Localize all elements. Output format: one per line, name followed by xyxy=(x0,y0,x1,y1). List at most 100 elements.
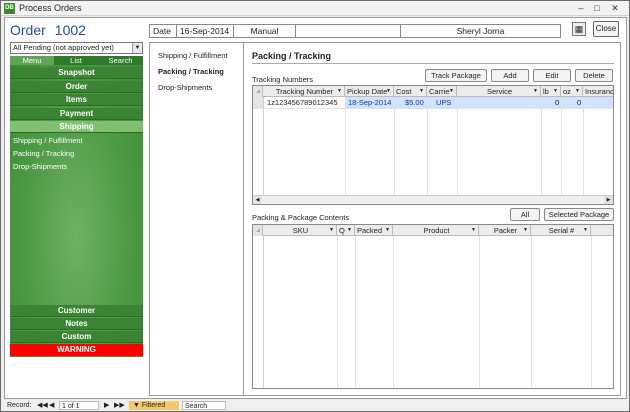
chevron-down-icon[interactable]: ▼ xyxy=(132,43,142,53)
nav-payment[interactable]: Payment xyxy=(10,108,143,120)
minimize-icon[interactable]: – xyxy=(574,2,588,14)
cost-cell[interactable]: $5.00 xyxy=(405,97,424,108)
sort-arrow-icon[interactable]: ▼ xyxy=(523,225,528,236)
col-sku[interactable]: SKU ▼ xyxy=(263,225,337,236)
sort-arrow-icon[interactable]: ▼ xyxy=(471,225,476,236)
col-product-label: Product xyxy=(423,226,450,235)
tab-menu[interactable]: Menu xyxy=(10,56,54,65)
col-insurance-label: Insuranc xyxy=(585,87,614,96)
sort-arrow-icon[interactable]: ▼ xyxy=(329,225,334,236)
col-oz[interactable]: oz ▼ xyxy=(561,86,583,97)
subtab-drop-shipments[interactable]: Drop-Shipments xyxy=(158,83,212,92)
order-filter-select[interactable]: All Pending (not approved yet) ▼ xyxy=(10,42,143,54)
col-tracking-number[interactable]: Tracking Number ▼ xyxy=(263,86,345,97)
first-record-icon[interactable]: ◀◀ xyxy=(37,401,48,410)
carrier-cell[interactable]: UPS xyxy=(436,97,451,108)
tab-search[interactable]: Search xyxy=(98,56,143,65)
calculator-icon[interactable]: ▦ xyxy=(572,22,586,36)
window-title: Process Orders xyxy=(19,3,82,13)
tab-list[interactable]: List xyxy=(54,56,98,65)
pickup-date-cell[interactable]: 18-Sep-2014 xyxy=(348,97,391,108)
col-insurance[interactable]: Insuranc xyxy=(583,86,614,97)
selected-package-button[interactable]: Selected Package xyxy=(544,208,614,221)
close-icon[interactable]: ✕ xyxy=(608,2,622,14)
sort-arrow-icon[interactable]: ▼ xyxy=(583,225,588,236)
oz-cell[interactable]: 0 xyxy=(577,97,581,108)
customer-name[interactable]: Sheryl Jorna xyxy=(400,25,560,37)
next-record-icon[interactable]: ▶ xyxy=(104,401,109,410)
col-cost[interactable]: Cost ▼ xyxy=(394,86,427,97)
package-contents-label: Packing & Package Contents xyxy=(252,213,350,222)
sort-arrow-icon[interactable]: ▼ xyxy=(347,225,352,236)
lb-cell[interactable]: 0 xyxy=(555,97,559,108)
all-button[interactable]: All xyxy=(510,208,540,221)
col-cost-label: Cost xyxy=(396,87,412,96)
nav-snapshot[interactable]: Snapshot xyxy=(10,67,143,79)
sort-arrow-icon[interactable]: ▼ xyxy=(533,86,538,97)
subnav-shipping-fulfillment[interactable]: Shipping / Fulfillment xyxy=(13,136,83,145)
col-packer[interactable]: Packer ▼ xyxy=(479,225,531,236)
table-row[interactable]: 1z123456789012345 18-Sep-2014 $5.00 UPS … xyxy=(253,97,613,108)
grid-line xyxy=(541,97,542,195)
sort-arrow-icon[interactable]: ▼ xyxy=(575,86,580,97)
nav-custom[interactable]: Custom xyxy=(10,331,143,343)
add-button[interactable]: Add xyxy=(491,69,529,82)
record-position[interactable]: 1 of 1 xyxy=(59,401,99,410)
prev-record-icon[interactable]: ◀ xyxy=(49,401,54,410)
edit-button[interactable]: Edit xyxy=(533,69,571,82)
subnav-drop-shipments[interactable]: Drop-Shipments xyxy=(13,162,67,171)
close-button[interactable]: Close xyxy=(593,21,619,37)
subtab-packing-tracking[interactable]: Packing / Tracking xyxy=(158,67,224,76)
col-serial-label: Serial # xyxy=(548,226,575,235)
horizontal-scrollbar[interactable]: ◀ ▶ xyxy=(253,195,613,204)
col-lb-label: lb xyxy=(543,87,549,96)
sort-arrow-icon[interactable]: ▼ xyxy=(419,86,424,97)
delete-button[interactable]: Delete xyxy=(575,69,613,82)
grid-line xyxy=(263,236,264,388)
subtab-shipping-fulfillment[interactable]: Shipping / Fulfillment xyxy=(158,51,228,60)
nav-order[interactable]: Order xyxy=(10,81,143,93)
sort-arrow-icon[interactable]: ▼ xyxy=(337,86,342,97)
grid-line xyxy=(561,97,562,195)
nav-customer[interactable]: Customer xyxy=(10,305,143,317)
nav-notes[interactable]: Notes xyxy=(10,318,143,330)
col-packer-label: Packer xyxy=(493,226,518,235)
row-selector[interactable] xyxy=(253,97,263,108)
col-product[interactable]: Product ▼ xyxy=(393,225,479,236)
last-record-icon[interactable]: ▶▶ xyxy=(114,401,125,410)
select-all-cell[interactable] xyxy=(253,225,263,236)
restore-icon[interactable]: □ xyxy=(590,2,604,14)
col-q[interactable]: Q ▼ xyxy=(337,225,355,236)
col-service-label: Service xyxy=(486,87,512,96)
sort-arrow-icon[interactable]: ▼ xyxy=(385,225,390,236)
track-package-button[interactable]: Track Package xyxy=(425,69,487,82)
subnav-packing-tracking[interactable]: Packing / Tracking xyxy=(13,149,74,158)
warning-button[interactable]: WARNING xyxy=(10,344,143,356)
scroll-right-icon[interactable]: ▶ xyxy=(604,196,613,204)
sort-arrow-icon[interactable]: ▼ xyxy=(553,86,558,97)
search-box[interactable]: Search xyxy=(182,401,226,410)
col-carrier[interactable]: Carrie ▼ xyxy=(427,86,457,97)
select-all-cell[interactable] xyxy=(253,86,263,97)
nav-shipping[interactable]: Shipping xyxy=(10,121,143,133)
col-pickup-date[interactable]: Pickup Date ▼ xyxy=(345,86,394,97)
date-field[interactable]: 16-Sep-2014 xyxy=(177,25,234,37)
nav-items[interactable]: Items xyxy=(10,94,143,106)
filtered-toggle[interactable]: ▼ Filtered xyxy=(129,401,179,410)
grid-line xyxy=(531,236,532,388)
col-service[interactable]: Service ▼ xyxy=(457,86,541,97)
col-serial[interactable]: Serial # ▼ xyxy=(531,225,591,236)
order-number: 1002 xyxy=(54,22,86,38)
col-carrier-label: Carrie xyxy=(429,87,450,96)
tracking-number-cell[interactable]: 1z123456789012345 xyxy=(267,97,345,108)
order-info-bar: Date 16-Sep-2014 Manual Sheryl Jorna xyxy=(149,24,561,38)
scroll-left-icon[interactable]: ◀ xyxy=(253,196,262,204)
order-mode: Manual xyxy=(234,25,296,37)
packing-tracking-content: Packing / Tracking Tracking Numbers Trac… xyxy=(244,43,620,395)
col-lb[interactable]: lb ▼ xyxy=(541,86,561,97)
funnel-icon: ▼ xyxy=(133,402,140,409)
sort-arrow-icon[interactable]: ▼ xyxy=(386,86,391,97)
left-nav-panel: Menu List Search Snapshot Order Items Pa… xyxy=(10,56,143,357)
sort-arrow-icon[interactable]: ▼ xyxy=(449,86,454,97)
col-packed[interactable]: Packed ▼ xyxy=(355,225,393,236)
